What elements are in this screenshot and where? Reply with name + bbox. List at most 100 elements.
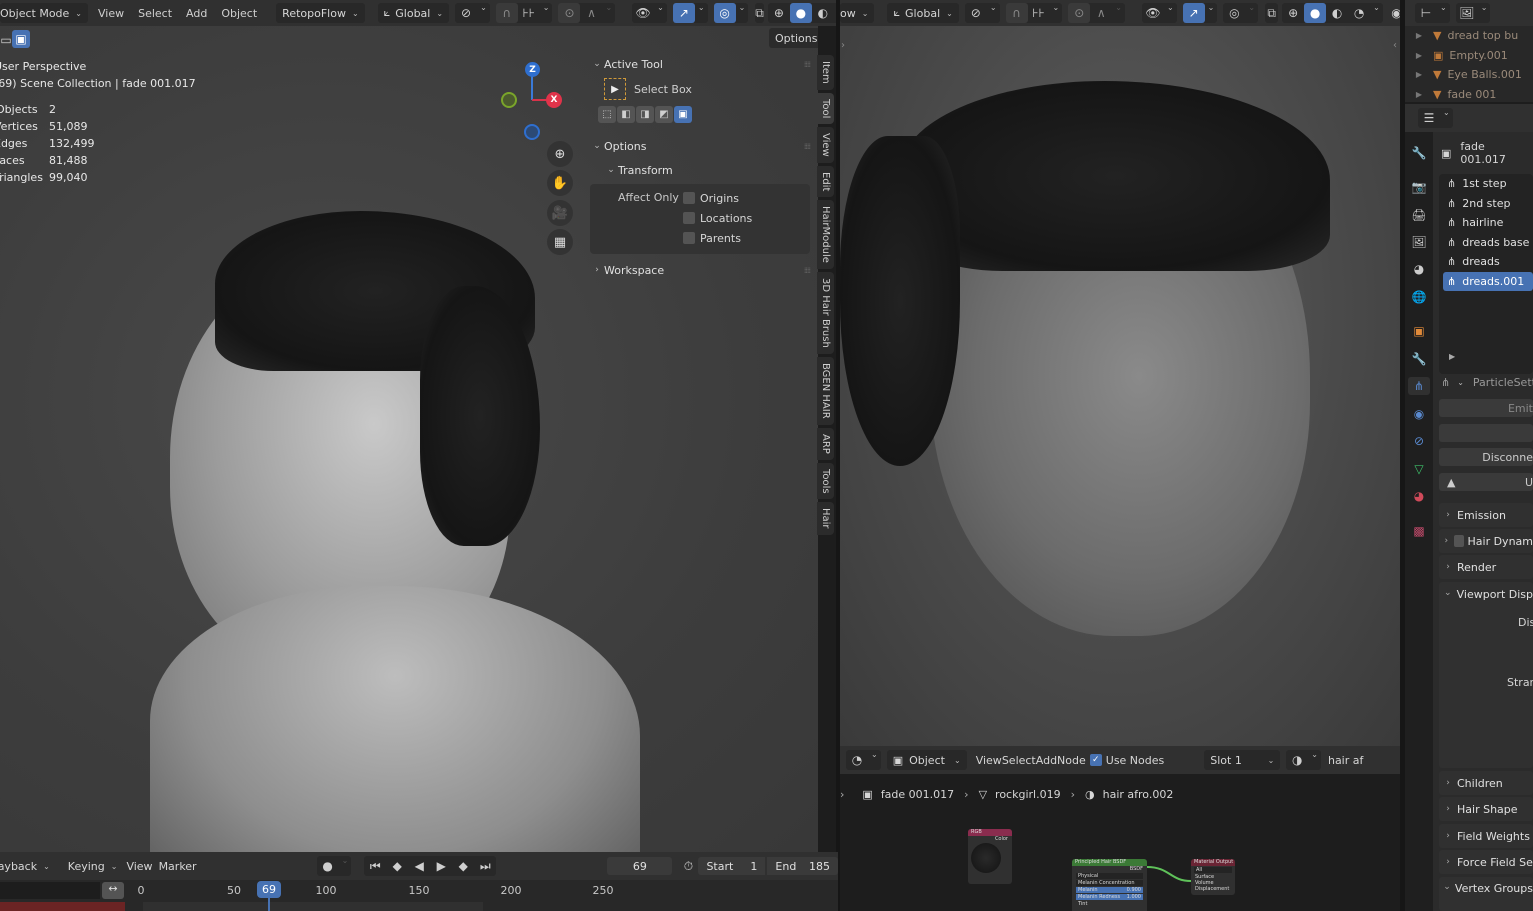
menu-add[interactable]: Add: [179, 7, 214, 20]
mode-invert-icon[interactable]: ◩: [655, 105, 673, 123]
select-mode-toggle[interactable]: ▭ ▣: [0, 30, 30, 50]
workspace-section[interactable]: › Workspace ⁞⁞⁞⁞: [590, 260, 811, 280]
drag-grip-icon[interactable]: ⁞⁞⁞⁞: [804, 60, 811, 69]
physics-icon[interactable]: ◉: [1410, 405, 1428, 423]
blank-button[interactable]: [1439, 424, 1533, 442]
tool-settings-icon[interactable]: 🔧: [1410, 144, 1428, 162]
select-mode-extend-icon[interactable]: ▭: [0, 30, 12, 50]
collapse-arrow-icon[interactable]: ‹: [1393, 40, 1397, 51]
wireframe-shading-icon[interactable]: ⊕: [1282, 3, 1304, 23]
current-frame-field[interactable]: 69: [607, 857, 673, 875]
section-field-weights[interactable]: › Field Weights: [1439, 824, 1533, 848]
select-mode-box-icon[interactable]: ▣: [12, 30, 30, 48]
summary-channel[interactable]: [0, 902, 125, 911]
visibility-dropdown[interactable]: 👁 ⌄: [632, 3, 667, 23]
section-hair-shape[interactable]: › Hair Shape: [1439, 797, 1533, 821]
swap-icon[interactable]: ↔: [102, 882, 124, 899]
modifier-wrench-icon[interactable]: 🔧: [1410, 350, 1428, 368]
tab-3d-hair-brush[interactable]: 3D Hair Brush: [817, 272, 834, 355]
material-shading-icon[interactable]: ◐: [1326, 3, 1348, 23]
snap-magnet-icon[interactable]: ∩: [495, 3, 518, 23]
expand-arrow-icon[interactable]: ▶: [1405, 90, 1433, 99]
snap-increment-icon[interactable]: ⊦⊦: [1028, 3, 1050, 23]
transform-orientation-dropdown[interactable]: ⟀ Global ⌄: [377, 3, 450, 23]
camera-icon[interactable]: 🎥: [547, 200, 573, 226]
editor-type-dropdown[interactable]: ☰ ⌄: [1418, 108, 1453, 128]
list-expand-icon[interactable]: ▶: [1449, 352, 1455, 361]
menu-marker[interactable]: Marker: [159, 860, 197, 873]
checkbox-icon[interactable]: [683, 232, 695, 244]
collapse-arrow-icon[interactable]: ›: [841, 40, 845, 51]
scene-icon[interactable]: ◕: [1410, 260, 1428, 278]
particle-system-item-selected[interactable]: ⋔ dreads.001: [1443, 271, 1533, 291]
material-name-field[interactable]: hair af: [1328, 754, 1363, 767]
grid-icon[interactable]: ▦: [547, 229, 573, 255]
menu-select[interactable]: Select: [1002, 754, 1036, 767]
wireframe-shading-icon[interactable]: ⊕: [768, 3, 790, 23]
menu-object[interactable]: Object: [214, 7, 264, 20]
retopoflow-dropdown[interactable]: RetopoFlow ⌄: [276, 3, 365, 23]
menu-view[interactable]: View: [126, 860, 152, 873]
particles-icon[interactable]: ⋔: [1441, 376, 1450, 389]
keying-dropdown[interactable]: Keying ⌄: [62, 856, 124, 876]
solid-shading-icon[interactable]: ●: [1304, 3, 1327, 23]
outliner-item[interactable]: ▶ ▼ fade 001: [1405, 85, 1533, 105]
outliner-item[interactable]: ▶ ▼ Eye Balls.001: [1405, 65, 1533, 85]
material-browse[interactable]: ◑ ⌄: [1286, 750, 1321, 770]
overlay-icon[interactable]: ◎: [1223, 3, 1245, 23]
viewport-3d-right[interactable]: [840, 26, 1400, 746]
section-hair-dynamics[interactable]: › Hair Dynam: [1439, 529, 1533, 553]
snap-magnet-icon[interactable]: ∩: [1005, 3, 1028, 23]
mesh-data-icon[interactable]: ▽: [1410, 460, 1428, 478]
gizmo-z-axis[interactable]: Z: [525, 62, 540, 77]
view-layer-icon[interactable]: 🖼: [1410, 233, 1428, 251]
section-vertex-groups[interactable]: ⌄ Vertex Groups: [1439, 877, 1533, 911]
filter-dropdown[interactable]: 🖼 ⌄: [1455, 3, 1491, 23]
falloff-curve-icon[interactable]: ∧: [580, 3, 602, 23]
end-frame-field[interactable]: End 185: [767, 857, 838, 875]
gizmo-icon[interactable]: ↗: [672, 3, 695, 23]
tab-arp[interactable]: ARP: [817, 427, 834, 460]
tab-edit[interactable]: Edit: [817, 165, 834, 198]
tab-tool[interactable]: Tool: [817, 92, 834, 125]
mode-extend-icon[interactable]: ◧: [617, 105, 635, 123]
particle-system-item[interactable]: ⋔ dreads: [1439, 252, 1533, 272]
visibility-dropdown[interactable]: 👁 ⌄: [1141, 3, 1177, 23]
drag-grip-icon[interactable]: ⁞⁞⁞⁞: [804, 266, 811, 275]
display-mode-dropdown[interactable]: ⊢ ⌄: [1415, 3, 1450, 23]
playhead-label[interactable]: 69: [257, 881, 281, 898]
gizmo-x-axis[interactable]: X: [546, 92, 562, 108]
drag-grip-icon[interactable]: ⁞⁞⁞⁞: [804, 142, 811, 151]
overlay-icon[interactable]: ◎: [713, 3, 736, 23]
section-render[interactable]: › Render: [1439, 555, 1533, 579]
origins-checkbox[interactable]: Origins: [683, 188, 752, 208]
checkbox-checked-icon[interactable]: ✓: [1089, 754, 1102, 766]
view-dropdown[interactable]: ow ⌄: [840, 3, 875, 23]
particle-system-item[interactable]: ⋔ 2nd step: [1439, 194, 1533, 214]
mode-set-icon[interactable]: ⬚: [598, 105, 616, 123]
material-shading-icon[interactable]: ◐: [812, 3, 834, 23]
snap-increment-icon[interactable]: ⊦⊦: [518, 3, 540, 23]
constraints-icon[interactable]: ⊘: [1410, 432, 1428, 450]
jump-start-icon[interactable]: ⏮: [364, 856, 386, 876]
pivot-dropdown[interactable]: ⊘ ⌄: [455, 3, 490, 23]
tab-tools[interactable]: Tools: [817, 462, 834, 500]
tab-item[interactable]: Item: [817, 55, 834, 90]
channel-search-field[interactable]: [0, 882, 100, 899]
emit-button[interactable]: Emit: [1439, 399, 1533, 417]
solid-shading-icon[interactable]: ●: [789, 3, 812, 23]
play-reverse-icon[interactable]: ◀: [408, 856, 430, 876]
next-keyframe-icon[interactable]: ◆: [452, 856, 474, 876]
object-icon[interactable]: ▣: [1410, 322, 1428, 340]
section-viewport-display[interactable]: ⌄ Viewport Disp: [1439, 582, 1533, 768]
auto-keying-toggle[interactable]: ● ⌄: [316, 856, 352, 876]
zoom-icon[interactable]: ⊕: [547, 141, 573, 167]
checkbox-icon[interactable]: [1453, 535, 1464, 547]
section-emission[interactable]: › Emission: [1439, 503, 1533, 527]
options-section[interactable]: ⌄ Options ⁞⁞⁞⁞: [590, 136, 811, 156]
particles-icon[interactable]: ⋔: [1408, 377, 1430, 395]
outliner-item[interactable]: ▶ ▼ dread top bu: [1405, 26, 1533, 46]
mode-dropdown[interactable]: Object Mode ⌄: [0, 3, 88, 23]
menu-view[interactable]: View: [976, 754, 1002, 767]
slot-dropdown[interactable]: Slot 1 ⌄: [1204, 750, 1281, 770]
